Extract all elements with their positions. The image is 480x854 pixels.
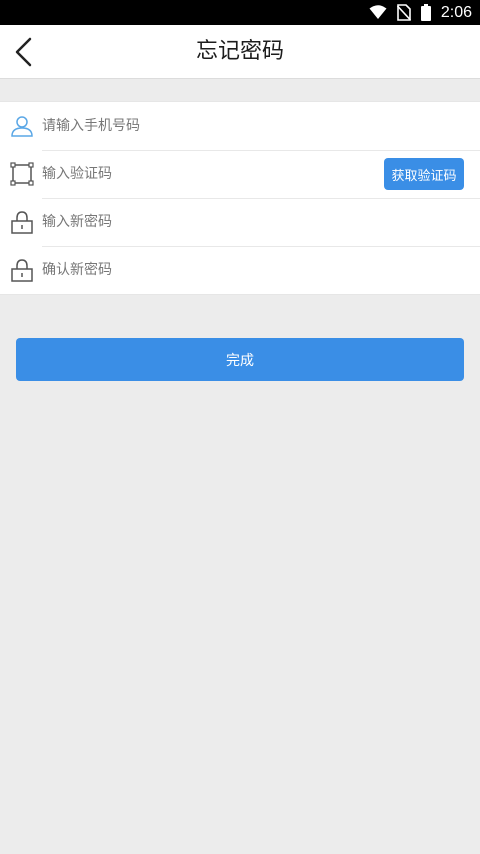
page-title: 忘记密码 [195,39,284,64]
chevron-left-icon [15,37,32,67]
status-time: 2:06 [440,3,472,21]
new-password-row [0,198,480,246]
phone-input[interactable] [42,102,372,150]
header: 忘记密码 [0,25,480,79]
scan-frame-icon [10,162,34,186]
battery-icon [420,4,431,21]
submit-button[interactable]: 完成 [16,338,464,381]
wifi-icon [369,5,387,19]
reset-password-form: 获取验证码 [0,101,480,295]
confirm-password-input[interactable] [42,246,372,294]
new-password-input[interactable] [42,198,372,246]
code-row: 获取验证码 [0,150,480,198]
user-icon [11,116,33,137]
phone-row [0,102,480,150]
lock-icon [11,211,33,234]
back-button[interactable] [6,33,42,71]
no-sim-icon [396,4,411,21]
lock-icon [11,259,33,282]
get-code-button[interactable]: 获取验证码 [384,158,464,190]
verification-code-input[interactable] [42,150,322,198]
status-bar: 2:06 [0,0,480,25]
confirm-password-row [0,246,480,294]
